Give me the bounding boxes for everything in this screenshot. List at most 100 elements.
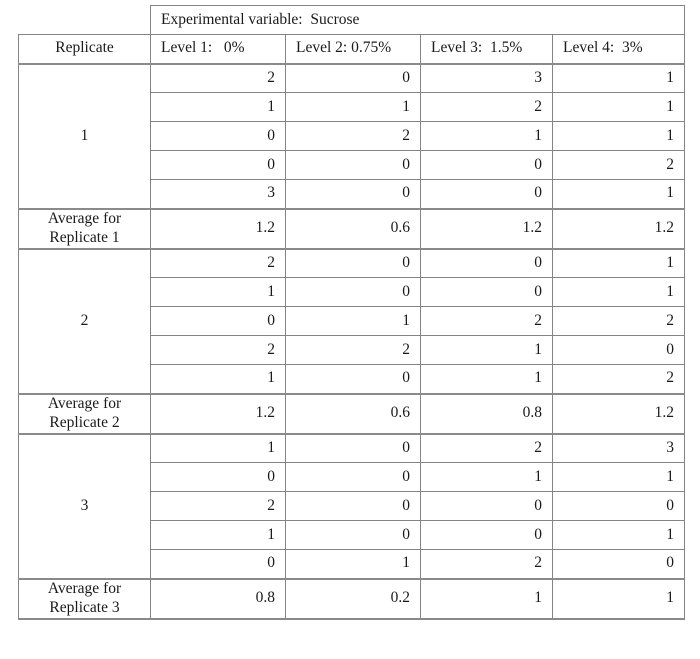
data-cell: 0 xyxy=(420,520,553,550)
replicate-label-2: 2 xyxy=(18,247,151,394)
table-row: 12031 xyxy=(18,62,686,209)
data-cell: 1 xyxy=(551,247,686,278)
data-cell: 0 xyxy=(285,432,421,463)
data-cell: 3 xyxy=(420,62,553,93)
average-value-cell: 0.8 xyxy=(420,392,553,435)
average-value-cell: 1 xyxy=(551,577,686,620)
data-cell: 2 xyxy=(420,306,553,336)
average-value-cell: 0.6 xyxy=(285,207,421,250)
replicate-label-3: 3 xyxy=(18,432,151,579)
level-4-header: Level 4: 3% xyxy=(551,34,686,64)
data-cell: 0 xyxy=(285,150,421,180)
data-cell: 1 xyxy=(150,364,286,394)
average-label-line-1: Average for xyxy=(47,394,122,412)
data-cell: 2 xyxy=(420,432,553,463)
data-cell: 1 xyxy=(285,306,421,336)
data-cell: 0 xyxy=(420,247,553,278)
average-value-cell: 1.2 xyxy=(420,207,553,250)
experimental-data-table: Experimental variable: Sucrose Replicate… xyxy=(18,5,686,620)
average-value-cell: 0.6 xyxy=(285,392,421,435)
data-cell: 0 xyxy=(150,549,286,579)
average-label: Average for Replicate 3 xyxy=(18,577,151,620)
data-cell: 1 xyxy=(551,121,686,151)
data-cell: 2 xyxy=(420,549,553,579)
data-cell: 0 xyxy=(150,306,286,336)
average-value-cell: 1 xyxy=(420,577,553,620)
average-label-line-1: Average for xyxy=(47,579,122,597)
corner-blank-cell xyxy=(19,6,151,35)
average-label-line-2: Replicate 3 xyxy=(49,598,120,616)
data-cell: 0 xyxy=(285,277,421,307)
data-cell: 2 xyxy=(420,92,553,122)
data-cell: 1 xyxy=(285,92,421,122)
table-body: Experimental variable: Sucrose Replicate… xyxy=(18,5,686,620)
data-cell: 1 xyxy=(551,462,686,492)
data-cell: 0 xyxy=(285,520,421,550)
data-cell: 2 xyxy=(150,491,286,521)
replicate-column-header: Replicate xyxy=(18,34,151,64)
average-label-line-1: Average for xyxy=(47,209,122,227)
data-cell: 1 xyxy=(551,62,686,93)
data-cell: 0 xyxy=(285,247,421,278)
data-cell: 0 xyxy=(150,150,286,180)
data-cell: 1 xyxy=(285,549,421,579)
average-label-line-2: Replicate 2 xyxy=(49,413,120,431)
data-cell: 2 xyxy=(150,247,286,278)
data-cell: 2 xyxy=(285,121,421,151)
data-cell: 0 xyxy=(420,150,553,180)
data-cell: 1 xyxy=(150,92,286,122)
data-cell: 0 xyxy=(551,335,686,365)
data-cell: 2 xyxy=(285,335,421,365)
data-cell: 1 xyxy=(420,335,553,365)
data-cell: 0 xyxy=(285,62,421,93)
level-1-header: Level 1: 0% xyxy=(150,34,286,64)
data-cell: 2 xyxy=(551,150,686,180)
average-label-line-2: Replicate 1 xyxy=(49,228,120,246)
data-cell: 1 xyxy=(551,520,686,550)
average-row: Average for Replicate 2 1.2 0.6 0.8 1.2 xyxy=(18,392,686,435)
data-cell: 0 xyxy=(420,491,553,521)
average-value-cell: 1.2 xyxy=(551,207,686,250)
average-value-cell: 1.2 xyxy=(150,207,286,250)
data-cell: 2 xyxy=(150,62,286,93)
data-cell: 1 xyxy=(551,277,686,307)
data-cell: 3 xyxy=(150,179,286,209)
average-label: Average for Replicate 2 xyxy=(18,392,151,435)
data-cell: 2 xyxy=(150,335,286,365)
data-cell: 0 xyxy=(285,364,421,394)
data-cell: 0 xyxy=(285,462,421,492)
average-row: Average for Replicate 1 1.2 0.6 1.2 1.2 xyxy=(18,207,686,250)
data-cell: 0 xyxy=(551,549,686,579)
data-cell: 1 xyxy=(420,121,553,151)
data-cell: 0 xyxy=(551,491,686,521)
table-row: 22001 xyxy=(18,247,686,394)
table-row: 31023 xyxy=(18,432,686,579)
data-cell: 3 xyxy=(551,432,686,463)
data-cell: 1 xyxy=(150,277,286,307)
data-cell: 0 xyxy=(420,277,553,307)
data-cell: 1 xyxy=(150,432,286,463)
average-value-cell: 0.8 xyxy=(150,577,286,620)
experimental-data-table-container: Experimental variable: Sucrose Replicate… xyxy=(18,5,686,620)
data-cell: 2 xyxy=(551,364,686,394)
data-cell: 1 xyxy=(150,520,286,550)
data-cell: 0 xyxy=(285,179,421,209)
data-cell: 0 xyxy=(285,491,421,521)
level-3-header: Level 3: 1.5% xyxy=(420,34,553,64)
data-cell: 1 xyxy=(551,92,686,122)
data-cell: 0 xyxy=(150,121,286,151)
data-cell: 0 xyxy=(420,179,553,209)
data-cell: 1 xyxy=(420,462,553,492)
data-cell: 1 xyxy=(420,364,553,394)
average-value-cell: 1.2 xyxy=(150,392,286,435)
average-label: Average for Replicate 1 xyxy=(18,207,151,250)
data-cell: 1 xyxy=(551,179,686,209)
experimental-variable-header: Experimental variable: Sucrose xyxy=(149,5,686,35)
level-2-header: Level 2: 0.75% xyxy=(285,34,421,64)
header-row-experimental-variable: Experimental variable: Sucrose xyxy=(19,5,686,35)
header-row-levels: Replicate Level 1: 0% Level 2: 0.75% Lev… xyxy=(18,34,686,64)
average-value-cell: 1.2 xyxy=(551,392,686,435)
data-cell: 0 xyxy=(150,462,286,492)
data-cell: 2 xyxy=(551,306,686,336)
average-value-cell: 0.2 xyxy=(285,577,421,620)
